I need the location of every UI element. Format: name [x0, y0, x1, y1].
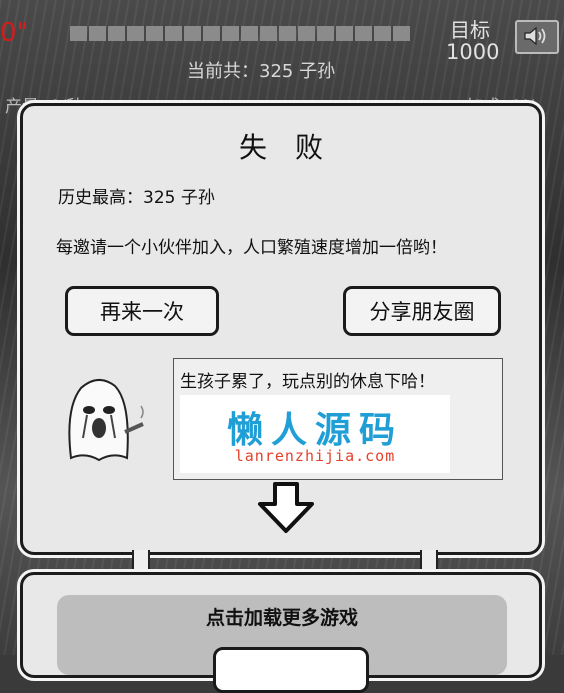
progress-segment [355, 26, 372, 41]
progress-segment [203, 26, 220, 41]
game-over-dialog: 失败 历史最高：325 子孙 每邀请一个小伙伴加入，人口繁殖速度增加一倍哟！ 再… [20, 103, 542, 555]
dialog-title: 失败 [238, 131, 351, 164]
best-score: 历史最高：325 子孙 [58, 188, 215, 208]
progress-segment [393, 26, 410, 41]
progress-segment [146, 26, 163, 41]
logo-url: lanrenzhijia.com [234, 447, 396, 465]
progress-segment [279, 26, 296, 41]
progress-segment [336, 26, 353, 41]
progress-segment [127, 26, 144, 41]
share-moments-button[interactable]: 分享朋友圈 [343, 286, 501, 336]
sound-toggle-button[interactable] [515, 20, 559, 54]
lanren-logo[interactable]: 懒人源码 lanrenzhijia.com [180, 395, 450, 473]
progress-segment [260, 26, 277, 41]
progress-segment [70, 26, 87, 41]
more-games-area[interactable]: 点击加载更多游戏 [57, 595, 507, 693]
progress-segment [241, 26, 258, 41]
current-population: 当前共：325 子孙 [187, 61, 336, 82]
invite-message: 每邀请一个小伙伴加入，人口繁殖速度增加一倍哟！ [56, 238, 447, 258]
progress-segment [317, 26, 334, 41]
ad-box[interactable]: 生孩子累了，玩点别的休息下哈！ 懒人源码 lanrenzhijia.com [173, 358, 503, 480]
more-games-label: 点击加载更多游戏 [205, 607, 358, 629]
target-value: 1000 [446, 40, 500, 64]
progress-segment [165, 26, 182, 41]
logo-title: 懒人源码 [226, 410, 403, 451]
ad-text: 生孩子累了，玩点别的休息下哈！ [180, 372, 435, 392]
progress-segment [298, 26, 315, 41]
progress-segment [108, 26, 125, 41]
down-arrow-icon [258, 482, 314, 533]
connector-right [420, 550, 438, 574]
retry-button[interactable]: 再来一次 [65, 286, 219, 336]
connector-left [132, 550, 150, 574]
progress-segment [184, 26, 201, 41]
crying-mascot [68, 379, 144, 462]
progress-segment [89, 26, 106, 41]
more-games-panel: 点击加载更多游戏 [20, 572, 542, 693]
timer: 0" [0, 18, 29, 48]
speaker-icon [524, 26, 546, 46]
progress-segment [222, 26, 239, 41]
progress-bar [70, 26, 410, 41]
target-label: 目标 [450, 18, 490, 42]
progress-segment [374, 26, 391, 41]
more-games-button[interactable] [213, 647, 369, 693]
